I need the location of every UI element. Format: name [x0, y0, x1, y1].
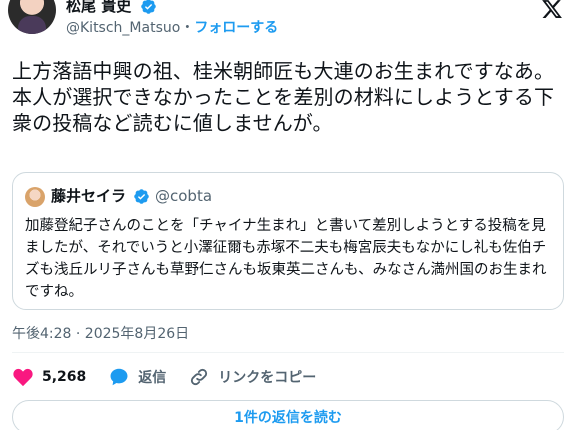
action-bar: 5,268 返信 リンクをコピー — [12, 362, 564, 392]
author-name[interactable]: 松尾 貴史 — [66, 0, 131, 16]
author-handle-row: @Kitsch_Matsuo・フォローする — [66, 18, 278, 38]
author-handle[interactable]: @Kitsch_Matsuo — [66, 20, 180, 36]
reply-bubble-icon — [110, 368, 128, 386]
tweet-paragraph: 本人が選択できなかったことを差別の材料にしようとする下衆の投稿など読むに値しませ… — [12, 85, 555, 135]
verified-badge-icon — [134, 189, 149, 204]
quoted-author-avatar — [25, 187, 45, 207]
follow-button[interactable]: フォローする — [194, 20, 278, 36]
quoted-tweet-text: 加藤登紀子さんのことを「チャイナ生まれ」と書いて差別しようとする投稿を見ましたが… — [25, 215, 553, 303]
link-icon — [191, 368, 208, 386]
reply-button[interactable]: 返信 — [108, 366, 166, 388]
handle-separator: ・ — [180, 20, 195, 36]
copy-link-label: リンクをコピー — [218, 370, 317, 386]
like-count: 5,268 — [42, 369, 87, 385]
copy-link-button[interactable]: リンクをコピー — [188, 366, 316, 388]
reply-label: 返信 — [138, 370, 167, 386]
quoted-tweet-card[interactable]: 藤井セイラ @cobta 加藤登紀子さんのことを「チャイナ生まれ」と書いて差別し… — [12, 172, 564, 310]
read-replies-button[interactable]: 1件の返信を読む — [12, 400, 564, 430]
divider — [12, 352, 564, 353]
quoted-author-handle: @cobta — [155, 187, 213, 205]
like-button[interactable]: 5,268 — [12, 366, 86, 388]
author-avatar[interactable] — [8, 0, 56, 34]
quoted-tweet-paragraph: 加藤登紀子さんのことを「チャイナ生まれ」と書いて差別しようとする投稿を見ましたが… — [25, 218, 547, 300]
verified-badge-icon — [141, 0, 156, 14]
heart-icon — [13, 368, 33, 387]
tweet-timestamp[interactable]: 午後4:28 · 2025年8月26日 — [12, 324, 189, 344]
tweet-header: 松尾 貴史 @Kitsch_Matsuo・フォローする — [0, 0, 576, 44]
quoted-author-name: 藤井セイラ — [51, 187, 127, 205]
x-logo-icon[interactable] — [540, 0, 564, 20]
tweet-text: 上方落語中興の祖、桂米朝師匠も大連のお生まれですなあ。 本人が選択できなかったこ… — [12, 58, 568, 136]
tweet-paragraph: 上方落語中興の祖、桂米朝師匠も大連のお生まれですなあ。 — [12, 59, 555, 83]
